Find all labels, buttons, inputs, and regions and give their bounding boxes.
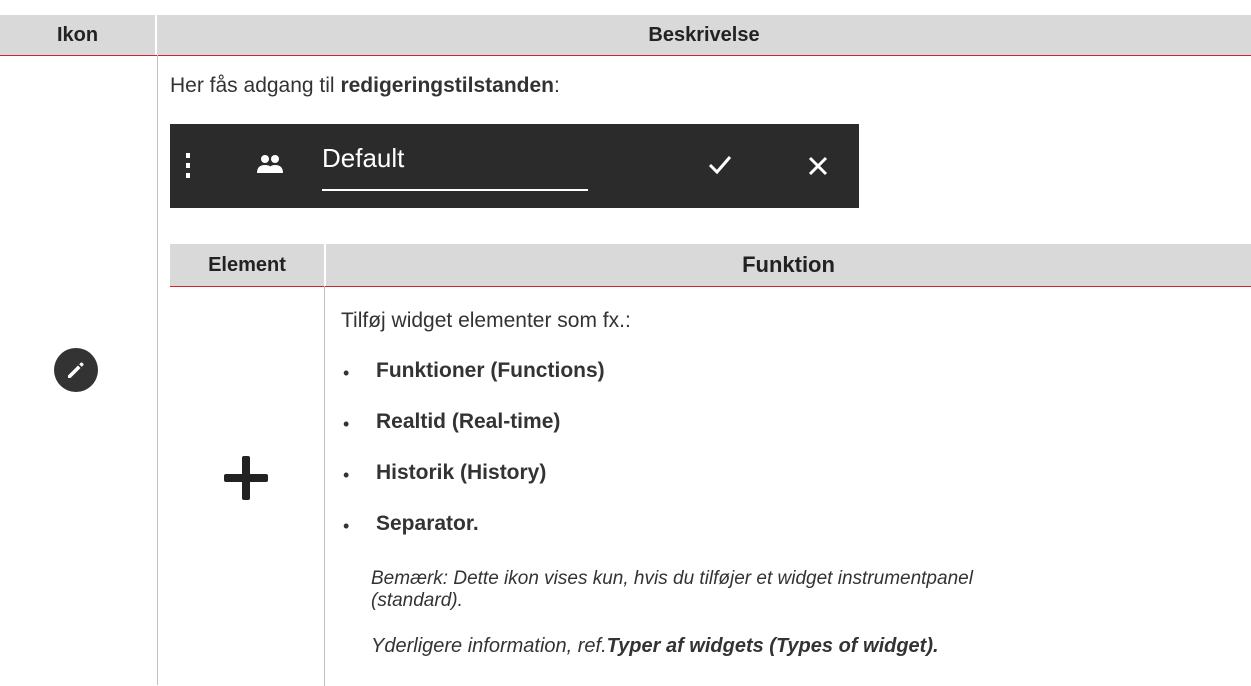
types-of-widget-link[interactable]: Typer af widgets (Types of widget). <box>607 635 939 657</box>
funktion-column-header: Funktion <box>326 244 1251 286</box>
inner-column-divider <box>324 286 325 686</box>
intro-bold: redigeringstilstanden <box>340 74 554 97</box>
users-icon <box>256 153 284 175</box>
bullet-item-4: Separator. <box>376 512 479 535</box>
ikon-column-header: Ikon <box>0 15 155 55</box>
column-divider <box>157 55 158 685</box>
bullet-dot-4: • <box>343 516 350 536</box>
intro-suffix: : <box>553 74 560 97</box>
note-line-1: Bemærk: Dette ikon vises kun, hvis du ti… <box>371 568 973 589</box>
check-icon[interactable] <box>708 154 732 176</box>
name-field-value: Default <box>322 143 405 173</box>
bullet-item-3: Historik (History) <box>376 461 547 484</box>
edit-mode-bar: Default <box>170 124 859 208</box>
pencil-icon <box>54 348 98 392</box>
more-info-prefix: Yderligere information, ref. <box>371 635 607 657</box>
element-column-header: Element <box>170 244 324 286</box>
bullet-item-1: Funktioner (Functions) <box>376 359 605 382</box>
inner-header-rule <box>170 286 1251 287</box>
name-field[interactable]: Default <box>322 141 588 191</box>
intro-text: Her fås adgang til redigeringstilstanden… <box>170 74 560 98</box>
name-field-underline <box>322 189 588 191</box>
plus-icon <box>224 456 268 500</box>
beskrivelse-column-header: Beskrivelse <box>157 15 1251 55</box>
kebab-menu-icon[interactable] <box>184 151 192 181</box>
bullet-dot-1: • <box>343 363 350 383</box>
note-line-2: (standard). <box>371 590 463 611</box>
bullet-dot-3: • <box>343 465 350 485</box>
header-rule <box>0 55 1251 56</box>
bullet-dot-2: • <box>343 414 350 434</box>
bullet-item-2: Realtid (Real-time) <box>376 410 561 433</box>
close-icon[interactable] <box>808 156 828 176</box>
intro-prefix: Her fås adgang til <box>170 74 341 97</box>
function-intro: Tilføj widget elementer som fx.: <box>341 309 631 332</box>
more-info: Yderligere information, ref.Typer af wid… <box>371 635 939 657</box>
